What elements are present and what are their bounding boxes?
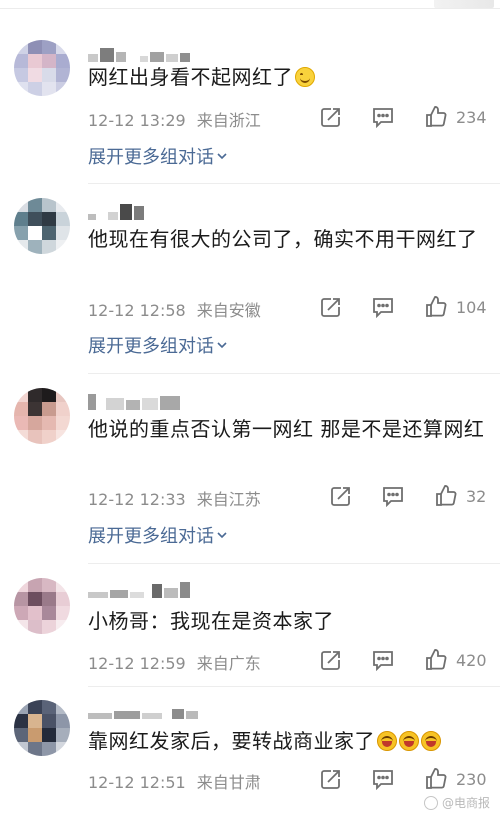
watermark-text: @电商报 bbox=[441, 796, 490, 810]
like-count: 104 bbox=[456, 297, 487, 317]
repost-button[interactable] bbox=[320, 296, 342, 318]
laughing-emoji-icon bbox=[399, 731, 419, 751]
top-divider bbox=[0, 8, 500, 9]
repost-icon bbox=[331, 487, 350, 506]
comment-text: 小杨哥：我现在是资本家了 bbox=[88, 606, 488, 637]
comment-time: 12-12 12:33 bbox=[88, 490, 186, 509]
repost-button[interactable] bbox=[320, 106, 342, 128]
like-count: 230 bbox=[456, 769, 487, 789]
username-blurred[interactable] bbox=[88, 198, 144, 220]
username-blurred[interactable] bbox=[88, 576, 190, 598]
repost-icon bbox=[321, 651, 340, 670]
like-button[interactable]: 230 bbox=[424, 767, 487, 791]
comment-location: 来自江苏 bbox=[196, 490, 261, 509]
divider bbox=[88, 183, 500, 184]
comment-meta: 12-12 12:59 来自广东 bbox=[88, 650, 261, 674]
like-button[interactable]: 32 bbox=[434, 484, 486, 508]
comment-text-content: 靠网红发家后，要转战商业家了 bbox=[88, 729, 375, 753]
comment-text-content: 小杨哥：我现在是资本家了 bbox=[88, 609, 334, 633]
divider bbox=[88, 686, 500, 687]
divider bbox=[88, 563, 500, 564]
username-blurred[interactable] bbox=[88, 697, 198, 719]
thumbs-up-icon bbox=[436, 485, 457, 506]
thumbs-up-icon bbox=[426, 296, 447, 317]
repost-button[interactable] bbox=[320, 768, 342, 790]
chevron-down-icon bbox=[217, 532, 227, 539]
comment-meta: 12-12 12:33 来自江苏 bbox=[88, 486, 261, 510]
comment-text: 他说的重点否认第一网红 那是不是还算网红 bbox=[88, 414, 488, 445]
like-count: 234 bbox=[456, 107, 487, 127]
comment-text: 他现在有很大的公司了，确实不用干网红了 bbox=[88, 224, 488, 255]
expand-conversation-link[interactable]: 展开更多组对话 bbox=[88, 332, 228, 358]
comment-button[interactable] bbox=[372, 296, 394, 318]
comment-time: 12-12 12:59 bbox=[88, 654, 186, 673]
avatar[interactable] bbox=[14, 578, 70, 634]
comment-button[interactable] bbox=[372, 106, 394, 128]
username-blurred[interactable] bbox=[88, 388, 180, 410]
chevron-down-icon bbox=[217, 342, 227, 349]
thumbs-up-icon bbox=[426, 106, 447, 127]
comment-meta: 12-12 12:51 来自甘肃 bbox=[88, 769, 261, 793]
comment-meta: 12-12 13:29 来自浙江 bbox=[88, 107, 261, 131]
username-blurred[interactable] bbox=[88, 40, 190, 62]
watermark: @电商报 bbox=[423, 794, 490, 811]
thumbs-up-icon bbox=[426, 768, 447, 789]
like-button[interactable]: 420 bbox=[424, 648, 487, 672]
repost-icon bbox=[321, 108, 340, 127]
smile-emoji-icon bbox=[295, 67, 315, 87]
repost-icon bbox=[321, 298, 340, 317]
comment-time: 12-12 12:51 bbox=[88, 773, 186, 792]
avatar[interactable] bbox=[14, 388, 70, 444]
comment-text-content: 他说的重点否认第一网红 那是不是还算网红 bbox=[88, 417, 485, 441]
comment-icon bbox=[383, 487, 403, 507]
divider bbox=[88, 373, 500, 374]
comment-location: 来自浙江 bbox=[196, 111, 261, 130]
comment-icon bbox=[373, 298, 393, 318]
repost-button[interactable] bbox=[330, 485, 352, 507]
comment-button[interactable] bbox=[372, 649, 394, 671]
expand-conversation-link[interactable]: 展开更多组对话 bbox=[88, 143, 228, 169]
comment-time: 12-12 12:58 bbox=[88, 301, 186, 320]
comment-text: 靠网红发家后，要转战商业家了 bbox=[88, 726, 488, 757]
like-count: 420 bbox=[456, 650, 487, 670]
expand-label: 展开更多组对话 bbox=[88, 526, 214, 547]
comment-location: 来自安徽 bbox=[196, 301, 261, 320]
comment-icon bbox=[373, 651, 393, 671]
blurred-top-mark bbox=[434, 0, 494, 8]
expand-label: 展开更多组对话 bbox=[88, 336, 214, 357]
comment-location: 来自甘肃 bbox=[196, 773, 261, 792]
avatar[interactable] bbox=[14, 198, 70, 254]
comment-text-content: 网红出身看不起网红了 bbox=[88, 65, 293, 89]
comment-icon bbox=[373, 770, 393, 790]
comment-meta: 12-12 12:58 来自安徽 bbox=[88, 297, 261, 321]
comment-location: 来自广东 bbox=[196, 654, 261, 673]
expand-conversation-link[interactable]: 展开更多组对话 bbox=[88, 522, 228, 548]
avatar[interactable] bbox=[14, 700, 70, 756]
repost-button[interactable] bbox=[320, 649, 342, 671]
comment-icon bbox=[373, 108, 393, 128]
laughing-emoji-icon bbox=[421, 731, 441, 751]
repost-icon bbox=[321, 770, 340, 789]
watermark-logo-icon bbox=[423, 795, 438, 810]
expand-label: 展开更多组对话 bbox=[88, 147, 214, 168]
comment-text-content: 他现在有很大的公司了，确实不用干网红了 bbox=[88, 227, 478, 251]
avatar[interactable] bbox=[14, 40, 70, 96]
like-button[interactable]: 234 bbox=[424, 105, 487, 129]
comment-text: 网红出身看不起网红了 bbox=[88, 62, 488, 93]
comment-time: 12-12 13:29 bbox=[88, 111, 186, 130]
laughing-emoji-icon bbox=[377, 731, 397, 751]
comment-button[interactable] bbox=[372, 768, 394, 790]
like-button[interactable]: 104 bbox=[424, 295, 487, 319]
chevron-down-icon bbox=[217, 153, 227, 160]
comment-button[interactable] bbox=[382, 485, 404, 507]
like-count: 32 bbox=[466, 486, 487, 506]
thumbs-up-icon bbox=[426, 649, 447, 670]
